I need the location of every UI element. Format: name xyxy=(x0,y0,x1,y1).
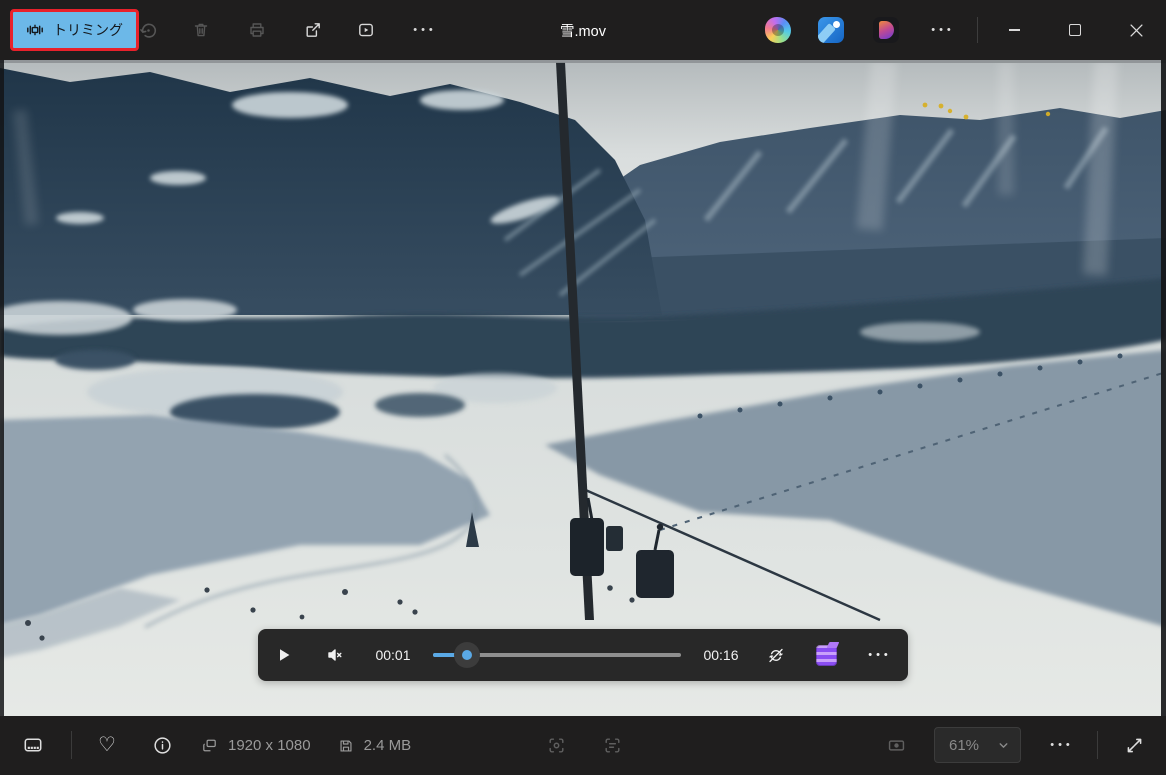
minimize-button[interactable] xyxy=(985,0,1043,60)
resolution-value: 1920 x 1080 xyxy=(228,737,311,754)
fullscreen-button[interactable] xyxy=(1114,725,1154,765)
resolution-icon xyxy=(203,739,216,752)
more-apps-button[interactable]: ••• xyxy=(919,8,963,52)
close-button[interactable] xyxy=(1107,0,1165,60)
statusbar-divider-left xyxy=(71,731,72,759)
designer-icon[interactable] xyxy=(873,17,899,43)
repeat-off-button[interactable] xyxy=(760,639,792,671)
minimize-icon xyxy=(1008,29,1020,31)
video-canvas[interactable] xyxy=(0,60,1166,716)
actual-size-button[interactable] xyxy=(876,725,916,765)
statusbar-more-button[interactable]: ••• xyxy=(1040,725,1080,765)
file-metadata: 1920 x 1080 2.4 MB xyxy=(200,716,411,775)
file-size-value: 2.4 MB xyxy=(363,737,412,754)
title-bar: トリミング ••• 雪.mov ••• xyxy=(0,0,1166,60)
rotate-button[interactable] xyxy=(126,8,170,52)
status-bar: ♡ 1920 x 1080 2.4 MB 61% ••• xyxy=(0,716,1166,775)
player-more-button[interactable]: ••• xyxy=(862,639,894,671)
maximize-icon xyxy=(1069,24,1081,36)
snow-mountain-scene xyxy=(0,60,1166,716)
delete-button[interactable] xyxy=(179,8,223,52)
zoom-level-dropdown[interactable]: 61% xyxy=(934,727,1021,763)
mute-button[interactable] xyxy=(319,639,351,671)
seek-thumb[interactable] xyxy=(454,642,480,668)
chevron-down-icon xyxy=(997,739,1020,752)
visual-search-button[interactable] xyxy=(536,725,576,765)
trim-label: トリミング xyxy=(53,22,123,38)
total-time: 00:16 xyxy=(703,647,739,663)
copilot-icon[interactable] xyxy=(765,17,791,43)
filmstrip-button[interactable] xyxy=(13,725,53,765)
maximize-button[interactable] xyxy=(1046,0,1104,60)
zoom-level-value: 61% xyxy=(949,736,980,754)
clipchamp-icon xyxy=(815,644,837,666)
video-player-controls: 00:01 00:16 ••• xyxy=(258,629,908,681)
statusbar-divider-right xyxy=(1097,731,1098,759)
heart-icon: ♡ xyxy=(98,734,116,756)
trim-button[interactable]: トリミング xyxy=(10,9,139,51)
play-button[interactable] xyxy=(268,639,300,671)
slideshow-button[interactable] xyxy=(344,8,388,52)
share-button[interactable] xyxy=(291,8,335,52)
file-size-icon xyxy=(340,739,352,752)
edit-image-icon[interactable] xyxy=(818,17,844,43)
titlebar-divider xyxy=(977,17,978,43)
text-actions-button[interactable] xyxy=(592,725,632,765)
close-icon xyxy=(1129,23,1143,37)
current-time: 00:01 xyxy=(375,647,411,663)
trim-icon xyxy=(26,21,44,39)
more-options-button[interactable]: ••• xyxy=(401,8,445,52)
favorite-button[interactable]: ♡ xyxy=(87,725,127,765)
info-button[interactable] xyxy=(142,725,182,765)
print-button[interactable] xyxy=(235,8,279,52)
clipchamp-button[interactable] xyxy=(810,639,842,671)
